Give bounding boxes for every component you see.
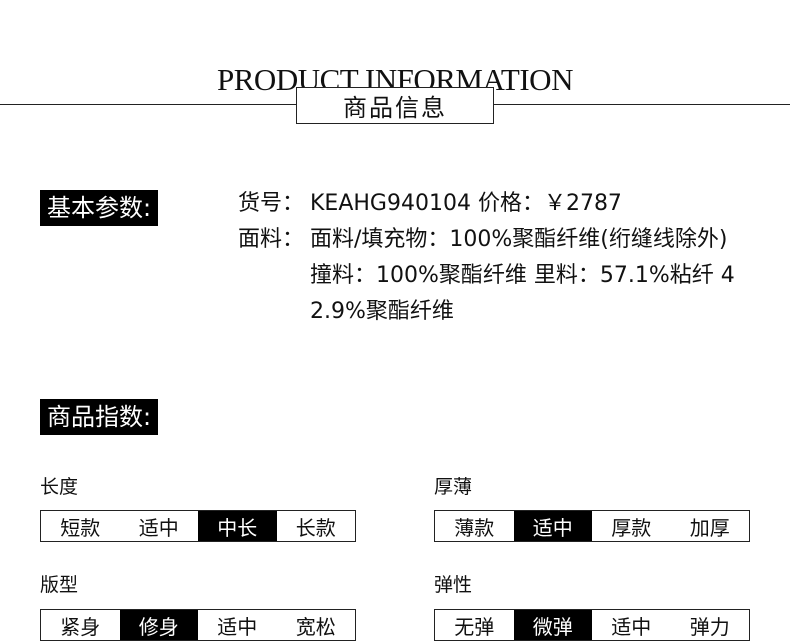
index-title-length: 长度 xyxy=(40,476,79,498)
scale-option-selected: 修身 xyxy=(119,610,198,640)
product-index-label: 商品指数: xyxy=(40,399,159,435)
scale-option: 无弹 xyxy=(454,614,495,639)
index-title-fit: 版型 xyxy=(40,574,79,596)
scale-elasticity: 无弹 微弹 适中 弹力 xyxy=(434,609,750,641)
scale-option-selected: 适中 xyxy=(513,511,592,541)
scale-option: 加厚 xyxy=(689,515,730,540)
header-title-cn: 商品信息 xyxy=(296,87,494,124)
scale-option: 适中 xyxy=(217,614,258,639)
scale-option: 宽松 xyxy=(295,614,336,639)
header-rule-right xyxy=(494,104,790,105)
index-title-elasticity: 弹性 xyxy=(434,574,473,596)
scale-option: 适中 xyxy=(138,515,179,540)
scale-option: 适中 xyxy=(611,614,652,639)
scale-option: 短款 xyxy=(60,515,101,540)
basic-params-label: 基本参数: xyxy=(40,190,159,226)
scale-fit: 紧身 修身 适中 宽松 xyxy=(40,609,356,641)
header-rule-left xyxy=(0,104,296,105)
spec-row-item-no: 货号： KEAHG940104 价格：￥2787 xyxy=(238,186,740,222)
spec-value: KEAHG940104 价格：￥2787 xyxy=(310,191,622,216)
scale-option: 薄款 xyxy=(454,515,495,540)
scale-option: 弹力 xyxy=(689,614,730,639)
spec-list: 货号： KEAHG940104 价格：￥2787 面料： 面料/填充物：100%… xyxy=(238,186,740,330)
scale-length: 短款 适中 中长 长款 xyxy=(40,510,356,542)
scale-option: 厚款 xyxy=(611,515,652,540)
scale-thickness: 薄款 适中 厚款 加厚 xyxy=(434,510,750,542)
spec-key: 货号： xyxy=(238,191,305,216)
scale-option-selected: 中长 xyxy=(198,511,277,541)
scale-option-selected: 微弹 xyxy=(513,610,592,640)
scale-option: 紧身 xyxy=(60,614,101,639)
spec-row-fabric: 面料： 面料/填充物：100%聚酯纤维(绗缝线除外) 撞料：100%聚酯纤维 里… xyxy=(238,222,740,330)
spec-key: 面料： xyxy=(238,227,305,252)
spec-value: 面料/填充物：100%聚酯纤维(绗缝线除外) 撞料：100%聚酯纤维 里料：57… xyxy=(310,227,735,324)
scale-option: 长款 xyxy=(295,515,336,540)
index-title-thickness: 厚薄 xyxy=(434,476,473,498)
